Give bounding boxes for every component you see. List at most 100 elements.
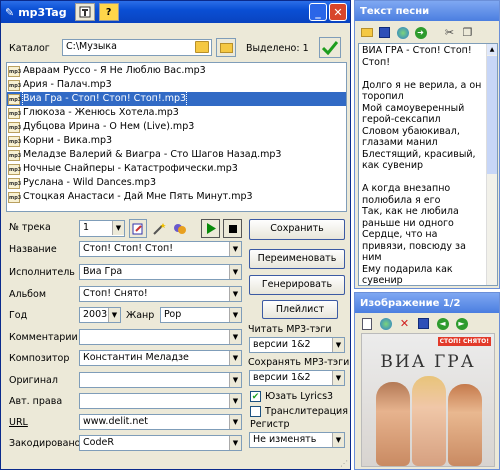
read-tags-select[interactable]: версии 1&2 ▼ [249, 337, 345, 353]
save-tags-value: версии 1&2 [253, 372, 311, 383]
delete-icon[interactable]: ✕ [397, 316, 412, 331]
lyrics-panel-title-bar: Текст песни [355, 1, 499, 21]
artist-value: Виа Гра [83, 266, 123, 277]
mp3-file-icon: mp3 [8, 163, 21, 175]
app-title: mp3Tag [18, 5, 67, 19]
copyright-field[interactable]: ▼ [79, 393, 242, 409]
encoded-field[interactable]: CodeR ▼ [79, 435, 242, 451]
save-tags-select[interactable]: версии 1&2 ▼ [249, 370, 345, 386]
save-disk-icon[interactable] [416, 316, 431, 331]
translit-check-icon [250, 406, 261, 417]
artist-field[interactable]: Виа Гра ▼ [79, 264, 242, 280]
file-list-item[interactable]: mp3 Авраам Руссо - Я Не Люблю Вас.mp3 [7, 64, 346, 78]
year-field[interactable]: 2003 ▼ [79, 307, 121, 323]
cover-figure-3 [448, 384, 482, 466]
file-list-item[interactable]: mp3 Глюкоза - Женюсь Хотела.mp3 [7, 106, 346, 120]
scroll-up-icon[interactable]: ▲ [487, 44, 497, 55]
minimize-button[interactable]: _ [309, 3, 327, 21]
file-list-item[interactable]: mp3 Корни - Вика.mp3 [7, 134, 346, 148]
lyrics-scrollbar[interactable]: ▲ [486, 44, 497, 285]
comments-field[interactable]: ▼ [79, 329, 242, 345]
browse-folder-button[interactable] [216, 38, 236, 57]
play-button[interactable] [201, 219, 220, 238]
earth-icon[interactable] [395, 25, 410, 40]
save-button[interactable]: Сохранить [249, 219, 345, 240]
chevron-down-icon: ▼ [229, 415, 241, 429]
genre-label: Жанр [126, 310, 155, 321]
track-number-select[interactable]: 1 ▼ [79, 220, 125, 237]
cover-title: ВИА ГРА [380, 352, 476, 372]
save-disk-icon[interactable] [377, 25, 392, 40]
chevron-down-icon: ▼ [332, 433, 344, 447]
catalog-path-input[interactable]: C:\Музыка [62, 39, 212, 56]
mp3-file-icon: mp3 [8, 121, 21, 133]
folder-icon[interactable] [195, 41, 209, 53]
app-logo-icon: ✎ [5, 5, 15, 19]
cut-icon[interactable]: ✂ [442, 25, 457, 40]
image-file-icon[interactable] [359, 316, 374, 331]
playlist-button[interactable]: Плейлист [262, 300, 338, 319]
file-list-item[interactable]: mp3 Стоцкая Анастаси - Дай Мне Пять Минут… [7, 190, 346, 204]
save-tags-label: Сохранять MP3-тэги [248, 357, 350, 368]
mp3-file-icon: mp3 [8, 191, 21, 203]
read-tags-value: версии 1&2 [253, 339, 311, 350]
original-field[interactable]: ▼ [79, 372, 242, 388]
url-label[interactable]: URL [9, 417, 28, 428]
file-name: Глюкоза - Женюсь Хотела.mp3 [23, 107, 179, 118]
album-value: Стоп! Снято! [83, 288, 148, 299]
case-select[interactable]: Не изменять ▼ [249, 432, 345, 448]
encoded-label: Закодировано [9, 438, 81, 449]
go-forward-icon[interactable]: ➜ [413, 25, 428, 40]
lyrics-text-area[interactable]: ВИА ГРА - Стоп! Стоп! Стоп! Долго я не в… [358, 43, 498, 286]
url-field[interactable]: www.delit.net ▼ [79, 414, 242, 430]
resize-grip[interactable]: ⋰ [340, 459, 348, 468]
previous-icon[interactable]: ◄ [435, 316, 450, 331]
file-list-item[interactable]: mp3 Ночные Снайперы - Катастрофически.mp3 [7, 162, 346, 176]
file-name: Корни - Вика.mp3 [23, 135, 113, 146]
composer-field[interactable]: Константин Меладзе ▼ [79, 350, 242, 366]
chevron-down-icon: ▼ [229, 242, 241, 256]
file-name: Авраам Руссо - Я Не Люблю Вас.mp3 [23, 65, 206, 76]
file-list-item[interactable]: mp3 Дубцова Ирина - О Нем (Live).mp3 [7, 120, 346, 134]
edit-tag-button[interactable] [129, 219, 147, 238]
tag-editor-icon[interactable] [74, 3, 95, 21]
title-field[interactable]: Стоп! Стоп! Стоп! ▼ [79, 241, 242, 257]
genre-field[interactable]: Pop ▼ [160, 307, 242, 323]
next-icon[interactable]: ► [454, 316, 469, 331]
scroll-thumb[interactable] [487, 56, 497, 174]
translit-label: Транслитерация [265, 406, 348, 417]
open-folder-icon[interactable] [359, 25, 374, 40]
file-list-item[interactable]: mp3 Виа Гра - Стоп! Стоп! Стоп!.mp3 [7, 91, 346, 107]
mask-button[interactable] [171, 219, 189, 238]
lyrics3-checkbox[interactable]: ✔ Юзать Lyrics3 [250, 391, 333, 402]
earth-icon[interactable] [378, 316, 393, 331]
file-list[interactable]: mp3 Авраам Руссо - Я Не Люблю Вас.mp3 mp3 А… [6, 62, 347, 212]
translit-checkbox[interactable]: Транслитерация [250, 406, 348, 417]
cover-badge: СТОП! СНЯТО! [437, 337, 491, 346]
chevron-down-icon: ▼ [332, 371, 344, 385]
mp3-file-icon: mp3 [8, 93, 21, 105]
album-field[interactable]: Стоп! Снято! ▼ [79, 286, 242, 302]
file-list-item[interactable]: mp3 Ария - Палач.mp3 [7, 78, 346, 92]
file-list-item[interactable]: mp3 Меладзе Валерий & Виагра - Сто Шагов … [7, 148, 346, 162]
chevron-down-icon: ▼ [229, 308, 241, 322]
rename-button[interactable]: Переименовать [249, 249, 345, 269]
close-button[interactable]: ✕ [329, 3, 347, 21]
lyrics3-check-icon: ✔ [250, 391, 261, 402]
image-panel: Изображение 1/2 ✕ ◄ ► СТОП! СНЯТО! ВИА Г… [354, 292, 500, 470]
stop-button[interactable] [223, 219, 242, 238]
open-folder-icon [219, 42, 233, 53]
wand-button[interactable] [150, 219, 168, 238]
case-label: Регистр [250, 419, 290, 430]
chevron-down-icon: ▼ [229, 351, 241, 365]
help-icon[interactable]: ? [98, 3, 119, 21]
file-list-item[interactable]: mp3 Руслана - Wild Dances.mp3 [7, 176, 346, 190]
selected-count: Выделено: 1 [246, 43, 309, 54]
comments-label: Комментарии [9, 332, 78, 343]
image-toolbar: ✕ ◄ ► [359, 315, 497, 332]
copy-icon[interactable]: ❐ [460, 25, 475, 40]
masks-icon [174, 223, 186, 234]
main-title-bar: ✎ mp3Tag ? _ ✕ [1, 1, 350, 23]
apply-button[interactable] [319, 37, 341, 58]
generate-button[interactable]: Генерировать [249, 275, 345, 295]
